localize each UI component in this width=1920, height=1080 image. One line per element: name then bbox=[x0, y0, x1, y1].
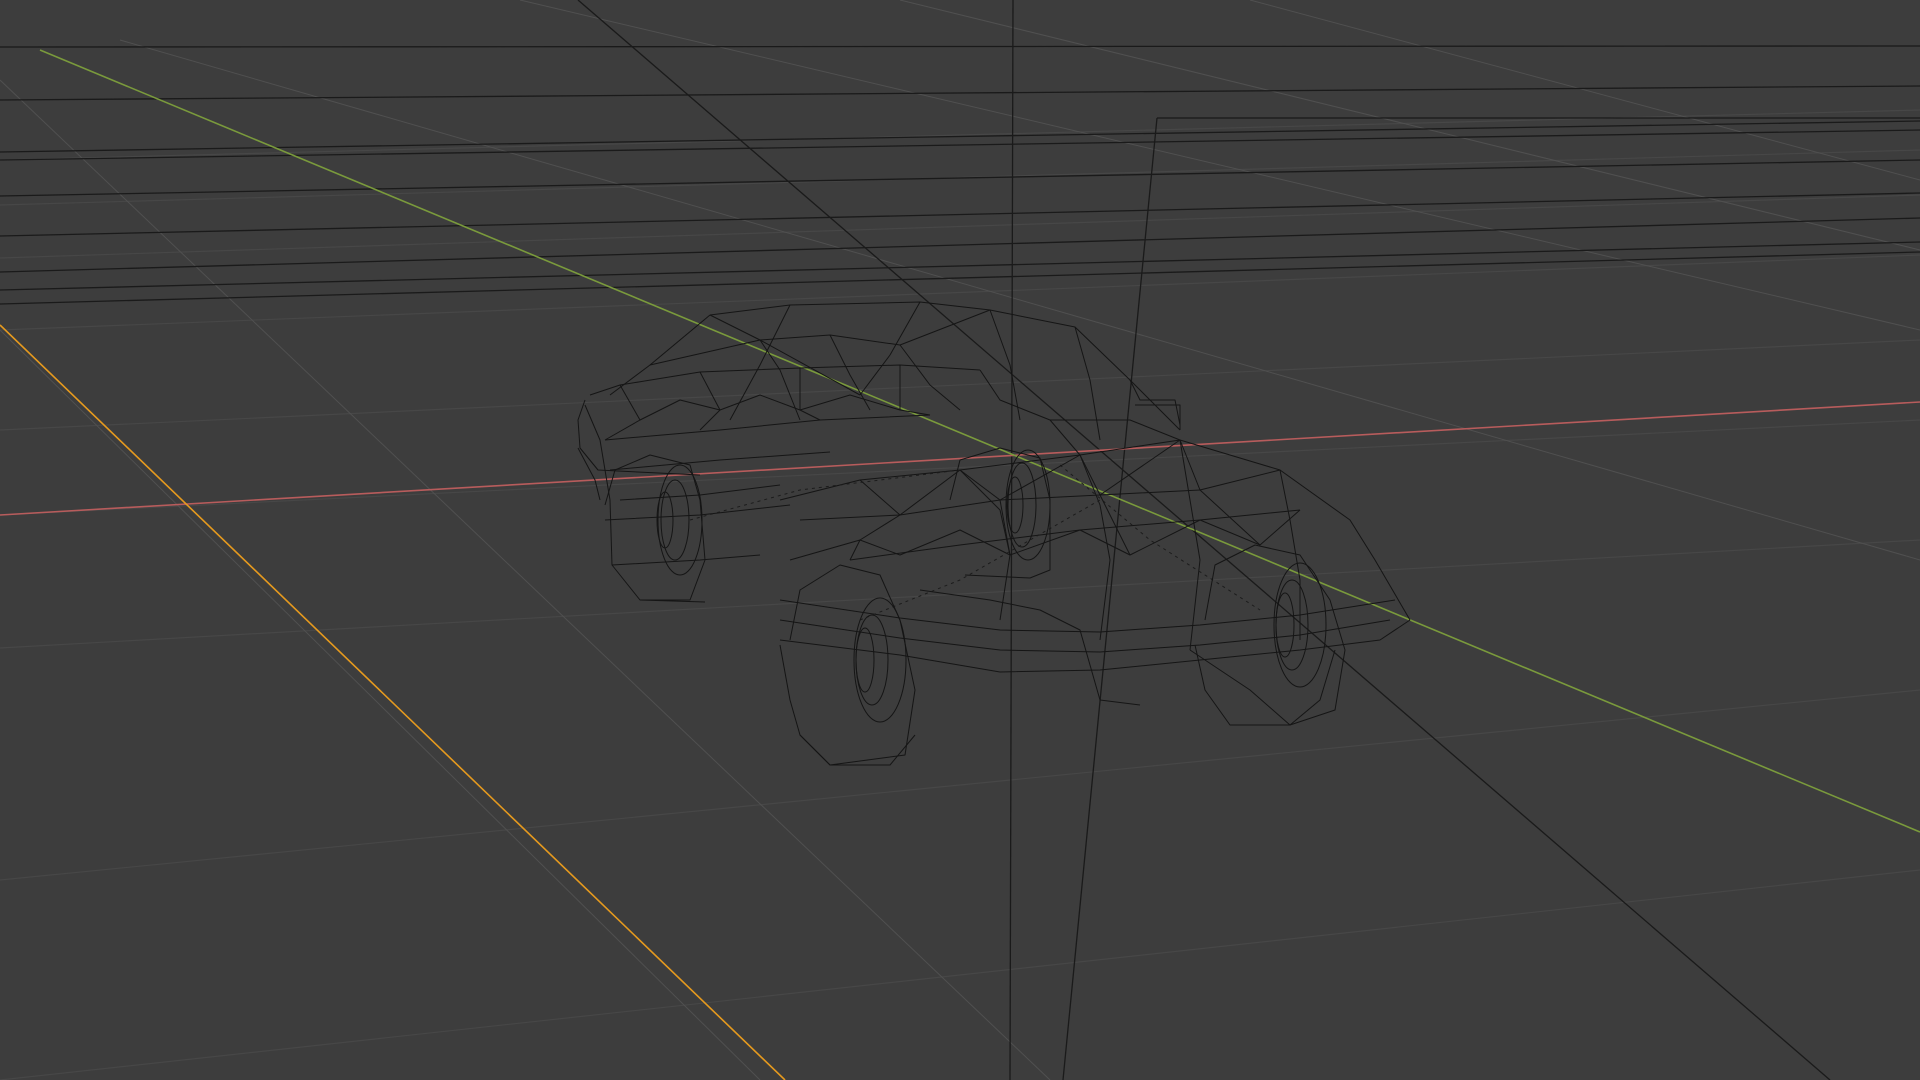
roof-edge bbox=[989, 309, 1021, 421]
body-edge bbox=[799, 489, 1201, 521]
car-hidden-edges bbox=[689, 464, 1261, 621]
grid-line bbox=[0, 339, 1920, 431]
body-edge bbox=[779, 439, 1411, 621]
grid-line bbox=[0, 539, 1920, 649]
grid-line bbox=[0, 79, 1051, 1080]
body-edge bbox=[577, 447, 601, 501]
viewport-canvas[interactable] bbox=[0, 0, 1920, 1080]
grid-line bbox=[0, 869, 1920, 1080]
car-wheels bbox=[604, 447, 1346, 766]
x-axis-line bbox=[0, 401, 1920, 516]
body-edge bbox=[589, 364, 981, 396]
roof-edge bbox=[859, 301, 921, 396]
ref-line bbox=[0, 192, 1920, 237]
mirror-edge bbox=[1129, 379, 1181, 426]
body-edge bbox=[604, 414, 931, 441]
car-wireframe[interactable] bbox=[577, 301, 1411, 766]
roof-edge bbox=[709, 301, 1181, 431]
ref-line bbox=[0, 120, 1920, 153]
reference-lines bbox=[0, 0, 1920, 1080]
roof-edge bbox=[899, 344, 961, 411]
3d-viewport[interactable] bbox=[0, 0, 1920, 1080]
floor-grid-diagonals bbox=[0, 0, 1920, 1080]
ref-line bbox=[0, 159, 1920, 197]
body-edge bbox=[919, 589, 1141, 706]
body-edge bbox=[849, 509, 1301, 561]
grid-line bbox=[519, 0, 1920, 331]
wheel-front-left bbox=[789, 564, 916, 766]
ref-line bbox=[0, 45, 1920, 48]
ref-line bbox=[0, 251, 1920, 305]
floor-grid bbox=[0, 109, 1920, 1080]
body-edge bbox=[779, 644, 916, 766]
ref-line bbox=[577, 0, 1831, 1080]
body-edge bbox=[611, 554, 761, 566]
body-edge bbox=[1194, 644, 1336, 726]
wheel-front-right bbox=[1204, 544, 1346, 726]
body-edge bbox=[959, 469, 1011, 621]
grid-line bbox=[0, 689, 1920, 881]
mirror-edge bbox=[1135, 404, 1181, 430]
grid-line bbox=[0, 419, 1920, 516]
roof-edge bbox=[709, 309, 991, 346]
roof-edge bbox=[1074, 326, 1101, 441]
body-edge bbox=[1079, 454, 1111, 641]
y-axis-line bbox=[39, 49, 1920, 833]
body-edge bbox=[1179, 439, 1201, 651]
body-edge bbox=[779, 599, 1396, 633]
selected-edge-line[interactable] bbox=[0, 324, 786, 1080]
body-edge bbox=[1189, 649, 1291, 726]
body-edge bbox=[779, 619, 1411, 673]
